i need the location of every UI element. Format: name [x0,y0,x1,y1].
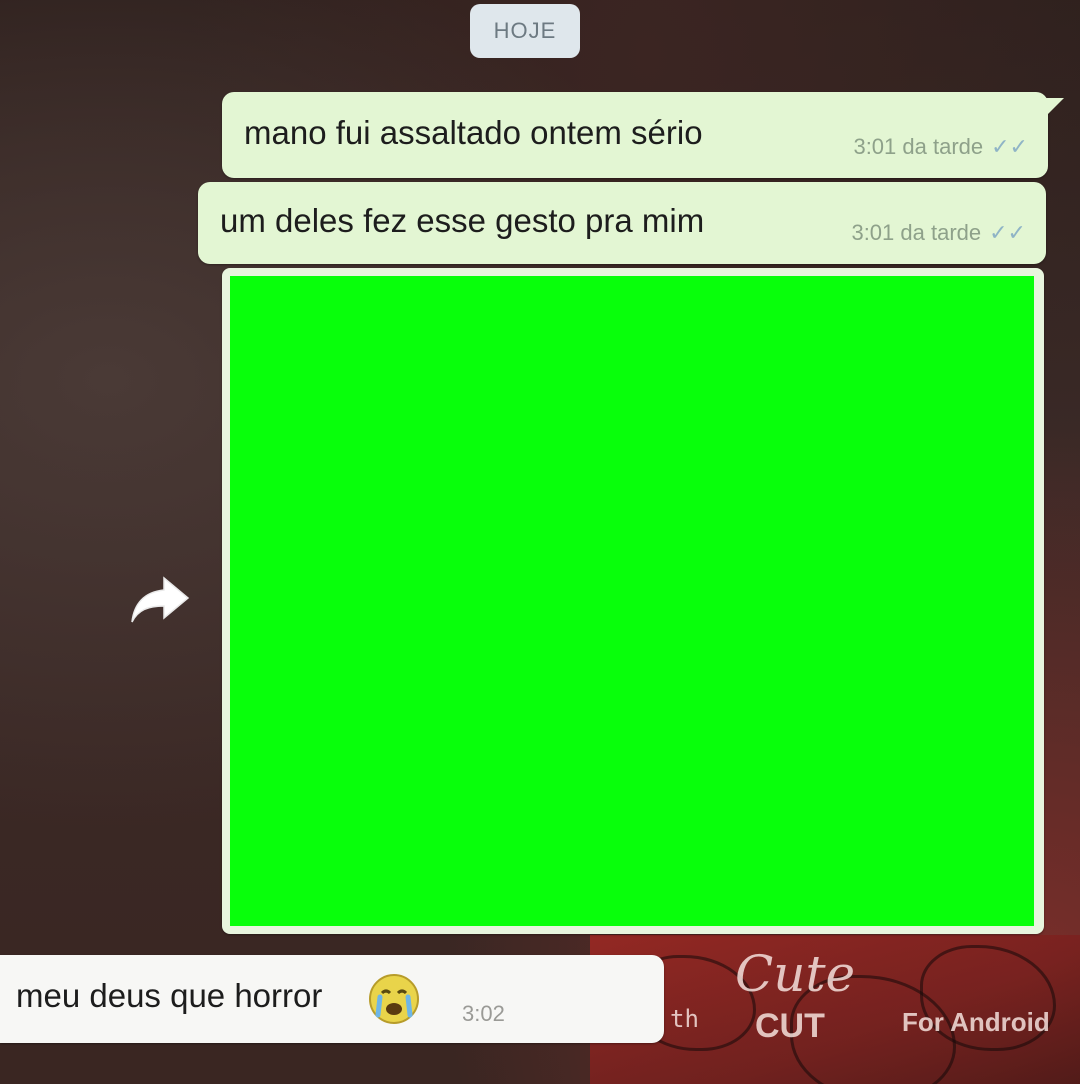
read-ticks-icon: ✓✓ [989,220,1026,245]
crying-face-icon [366,971,422,1027]
image-message-bubble[interactable] [222,268,1044,934]
image-media[interactable] [230,276,1034,926]
message-time: 3:02 [462,1001,505,1026]
message-text: um deles fez esse gesto pra mim [220,202,705,239]
read-ticks-icon: ✓✓ [991,134,1028,159]
forward-arrow-icon[interactable] [128,570,192,630]
chat-screen: th Cute CUT For Android HOJE mano fui as… [0,0,1080,1084]
wallpaper-caption-left: th [670,1005,699,1033]
message-meta: 3:01 da tarde ✓✓ [851,220,1026,246]
date-separator: HOJE [470,4,580,58]
bubble-tail [1046,98,1064,116]
message-time: 3:01 da tarde [853,134,984,159]
outgoing-message-bubble[interactable]: um deles fez esse gesto pra mim 3:01 da … [198,182,1046,264]
message-text: mano fui assaltado ontem sério [244,114,703,151]
message-time: 3:01 da tarde [851,220,982,245]
incoming-message-bubble[interactable]: meu deus que horror 3:02 [0,955,664,1043]
crying-face-icon-graphic [369,974,419,1024]
wallpaper-caption-logo: CUT [755,1007,825,1045]
wallpaper-caption-right: For Android [902,1007,1050,1037]
wallpaper-caption-script: Cute [735,945,856,1003]
message-text: meu deus que horror [16,977,323,1014]
outgoing-message-bubble[interactable]: mano fui assaltado ontem sério 3:01 da t… [222,92,1048,178]
forward-arrow-icon-graphic [131,576,190,623]
message-meta: 3:01 da tarde ✓✓ [853,134,1028,160]
